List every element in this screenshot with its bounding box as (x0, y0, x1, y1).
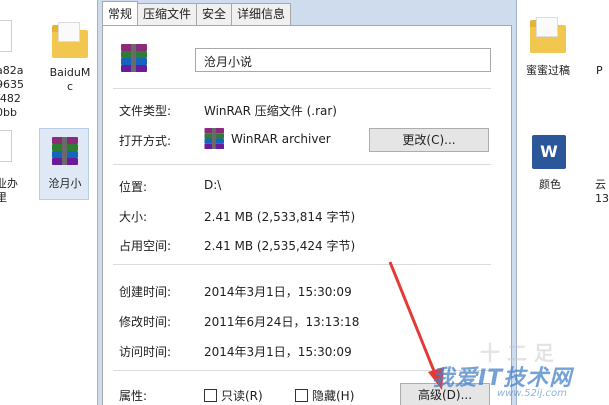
hidden-checkbox[interactable] (295, 389, 308, 402)
watermark-url: www.52ij.com (497, 388, 567, 399)
disk-size-label: 占用空间: (119, 239, 172, 253)
desktop-icon-label: 沧月小 (48, 177, 82, 190)
tab-archive[interactable]: 压缩文件 (137, 3, 198, 25)
location-value: D:\ (204, 178, 222, 192)
selected-rar-icon[interactable]: 沧月小 (39, 128, 89, 200)
separator (113, 88, 491, 89)
attributes-label: 属性: (119, 389, 148, 403)
change-button[interactable]: 更改(C)... (369, 128, 489, 152)
word-icon[interactable]: W (532, 135, 566, 169)
size-value: 2.41 MB (2,533,814 字节) (204, 210, 356, 224)
document-icon[interactable] (0, 130, 12, 162)
size-label: 大小: (119, 210, 148, 224)
document-icon[interactable] (0, 20, 12, 52)
desktop-icon-label: 蜜蜜过稿 (526, 64, 570, 77)
desktop-icon-label: P (596, 64, 603, 77)
disk-size-value: 2.41 MB (2,535,424 字节) (204, 239, 356, 253)
desktop-icon-label: 颜色 (539, 178, 561, 191)
readonly-checkbox[interactable] (204, 389, 217, 402)
created-label: 创建时间: (119, 285, 172, 299)
general-panel: 沧月小说 文件类型: WinRAR 压缩文件 (.rar) 打开方式: WinR… (102, 25, 512, 405)
tab-bar: 常规 压缩文件 安全 详细信息 (102, 1, 292, 25)
file-type-value: WinRAR 压缩文件 (.rar) (204, 104, 337, 118)
modified-value: 2011年6月24日，13:13:18 (204, 315, 360, 329)
readonly-label: 只读(R) (221, 389, 263, 403)
open-with-label: 打开方式: (119, 134, 172, 148)
folder-icon[interactable] (52, 22, 88, 58)
folder-icon[interactable] (530, 17, 566, 53)
tab-security[interactable]: 安全 (196, 3, 233, 25)
properties-dialog: 常规 压缩文件 安全 详细信息 沧月小说 文件类型: WinRAR 压缩文件 (… (97, 0, 517, 405)
file-type-label: 文件类型: (119, 104, 172, 118)
desktop-icon-label: 业办 里 (0, 177, 18, 204)
tab-general[interactable]: 常规 (102, 1, 139, 25)
separator (113, 264, 491, 265)
accessed-value: 2014年3月1日，15:30:09 (204, 345, 352, 359)
separator (113, 164, 491, 165)
winrar-icon (50, 137, 80, 165)
file-name-input[interactable]: 沧月小说 (195, 48, 491, 72)
desktop-icon-label: BaiduM c (49, 66, 91, 93)
accessed-label: 访问时间: (119, 345, 172, 359)
desktop-icon-label: 云 13 (595, 178, 609, 205)
tab-details[interactable]: 详细信息 (231, 3, 292, 25)
open-with-value: WinRAR archiver (231, 132, 331, 146)
winrar-icon (203, 128, 224, 149)
created-value: 2014年3月1日，15:30:09 (204, 285, 352, 299)
modified-label: 修改时间: (119, 315, 172, 329)
location-label: 位置: (119, 180, 148, 194)
winrar-icon (119, 44, 149, 72)
hidden-label: 隐藏(H) (312, 389, 355, 403)
desktop-icon-label: a82a 9635 f482 0bb (0, 64, 24, 119)
